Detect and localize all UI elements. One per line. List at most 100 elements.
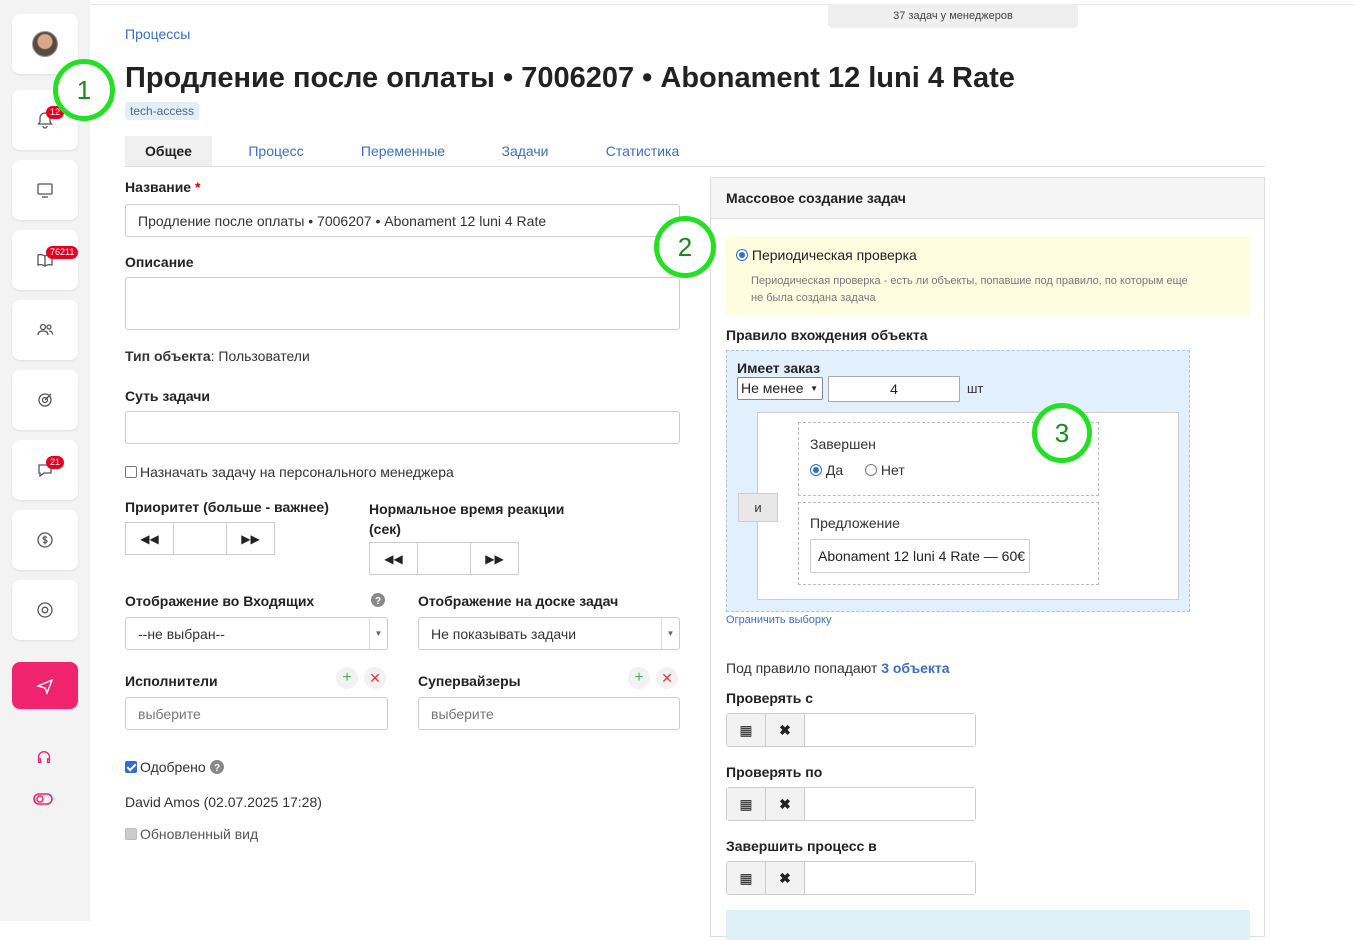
calendar-icon[interactable]: ▦ [727,862,766,894]
tab-general[interactable]: Общее [125,136,212,166]
rule-label: Правило вхождения объекта [726,327,928,343]
has-order-label: Имеет заказ [737,360,821,376]
tab-process[interactable]: Процесс [235,136,317,166]
page-title: Продление после оплаты • 7006207 • Abona… [125,62,1015,94]
checkbox-icon[interactable] [125,466,137,478]
users-icon [37,323,54,336]
tab-variables[interactable]: Переменные [350,136,456,166]
remove-supervisor-icon[interactable]: ✕ [656,667,678,689]
radio-icon[interactable] [810,464,822,476]
increase-icon[interactable]: ▶▶ [471,543,518,574]
periodic-description: Периодическая проверка - есть ли объекты… [751,275,1188,304]
telegram-button[interactable] [12,662,78,709]
top-divider [90,4,1355,5]
rule-box: Имеет заказ Не менее ▼ 4 шт Завершен Да Н… [726,350,1190,612]
board-display-select[interactable]: Не показывать задачи ▼ [418,617,680,650]
library-badge: 76211 [46,246,79,259]
inbox-display-label: Отображение во Входящих [125,593,315,609]
task-essence-label: Суть задачи [125,388,211,404]
calendar-icon[interactable]: ▦ [727,788,766,820]
dollar-icon [37,532,53,548]
limit-selection-link[interactable]: Ограничить выборку [726,614,831,626]
and-operator-button[interactable]: и [738,493,778,522]
task-essence-input[interactable] [125,411,680,444]
updated-view-checkbox: Обновленный вид [125,826,258,842]
targets-button[interactable] [12,370,78,430]
decrease-icon[interactable]: ◀◀ [370,543,418,574]
radio-icon[interactable] [865,464,877,476]
matching-objects: Под правило попадают 3 объекта [726,660,950,676]
finish-process-input[interactable] [805,862,975,894]
check-from-input[interactable] [805,714,975,746]
tab-statistics[interactable]: Статистика [595,136,690,166]
finance-button[interactable] [12,510,78,570]
name-label: Название * [125,179,201,195]
radio-icon[interactable] [736,249,748,261]
calendar-icon[interactable]: ▦ [727,714,766,746]
monitor-icon [37,183,53,198]
checkbox-icon[interactable] [125,761,137,773]
monitor-button[interactable] [12,160,78,220]
email-button[interactable] [12,580,78,640]
clear-icon[interactable]: ✖ [766,788,805,820]
assign-personal-checkbox[interactable]: Назначать задачу на персонального менедж… [125,464,454,480]
decrease-icon[interactable]: ◀◀ [126,523,174,554]
add-executor-icon[interactable]: + [336,667,358,689]
remove-executor-icon[interactable]: ✕ [364,667,386,689]
chevron-down-icon: ▼ [661,618,679,649]
increase-icon[interactable]: ▶▶ [227,523,274,554]
yes-radio[interactable]: Да [810,462,843,478]
offer-input[interactable]: Abonament 12 luni 4 Rate — 60€ [810,539,1030,573]
headset-icon[interactable] [35,749,53,767]
periodic-radio[interactable]: Периодическая проверка [736,247,917,263]
finish-process-label: Завершить процесс в [726,838,877,854]
chat-badge: 21 [46,456,65,469]
mass-task-creation-panel: Массовое создание задач Периодическая пр… [710,177,1265,940]
add-supervisor-icon[interactable]: + [628,667,650,689]
managers-tasks-badge[interactable]: 37 задач у менеджеров [828,4,1078,28]
reaction-time-label: Нормальное время реакции (сек) [369,501,565,537]
name-input[interactable]: Продление после оплаты • 7006207 • Abona… [125,204,680,237]
offer-condition: Предложение Abonament 12 luni 4 Rate — 6… [798,502,1099,585]
priority-stepper[interactable]: ◀◀ ▶▶ [125,522,275,555]
annotation-marker-2: 2 [654,216,716,278]
priority-value[interactable] [174,523,227,554]
reaction-value[interactable] [418,543,471,574]
toggle-icon[interactable] [33,791,53,807]
matching-objects-link[interactable]: 3 объекта [881,660,949,676]
priority-label: Приоритет (больше - важнее) [125,499,329,515]
check-to-input[interactable] [805,788,975,820]
library-button[interactable]: 76211 [12,230,79,290]
tab-tasks[interactable]: Задачи [490,136,560,166]
check-to-datepicker[interactable]: ▦ ✖ [726,787,976,821]
sidebar: 12 76211 21 [0,0,90,921]
clear-icon[interactable]: ✖ [766,714,805,746]
help-icon[interactable]: ? [371,593,385,607]
breadcrumb[interactable]: Процессы [125,26,190,42]
clear-icon[interactable]: ✖ [766,862,805,894]
check-from-datepicker[interactable]: ▦ ✖ [726,713,976,747]
approved-by: David Amos (02.07.2025 17:28) [125,794,322,810]
supervisors-input[interactable]: выберите [418,697,680,730]
send-icon [35,678,54,695]
users-button[interactable] [12,300,78,360]
chat-button[interactable]: 21 [12,440,78,500]
condition-select[interactable]: Не менее ▼ [737,377,823,400]
finish-process-datepicker[interactable]: ▦ ✖ [726,861,976,895]
description-textarea[interactable] [125,277,680,330]
inbox-display-select[interactable]: --не выбран-- ▼ [125,617,388,650]
help-icon[interactable]: ? [209,760,224,774]
svg-text:?: ? [375,596,381,607]
count-input[interactable]: 4 [828,376,960,402]
reaction-time-stepper[interactable]: ◀◀ ▶▶ [369,542,519,575]
chevron-down-icon: ▼ [369,618,387,649]
no-radio[interactable]: Нет [865,462,905,478]
annotation-marker-3: 3 [1032,403,1092,463]
offer-label: Предложение [810,515,900,531]
executors-input[interactable]: выберите [125,697,388,730]
chevron-down-icon: ▼ [810,384,818,393]
approved-checkbox[interactable]: Одобрено ? [125,759,224,775]
checkbox-icon [125,828,137,840]
tag-badge[interactable]: tech-access [125,102,200,120]
annotation-marker-1: 1 [53,59,115,121]
